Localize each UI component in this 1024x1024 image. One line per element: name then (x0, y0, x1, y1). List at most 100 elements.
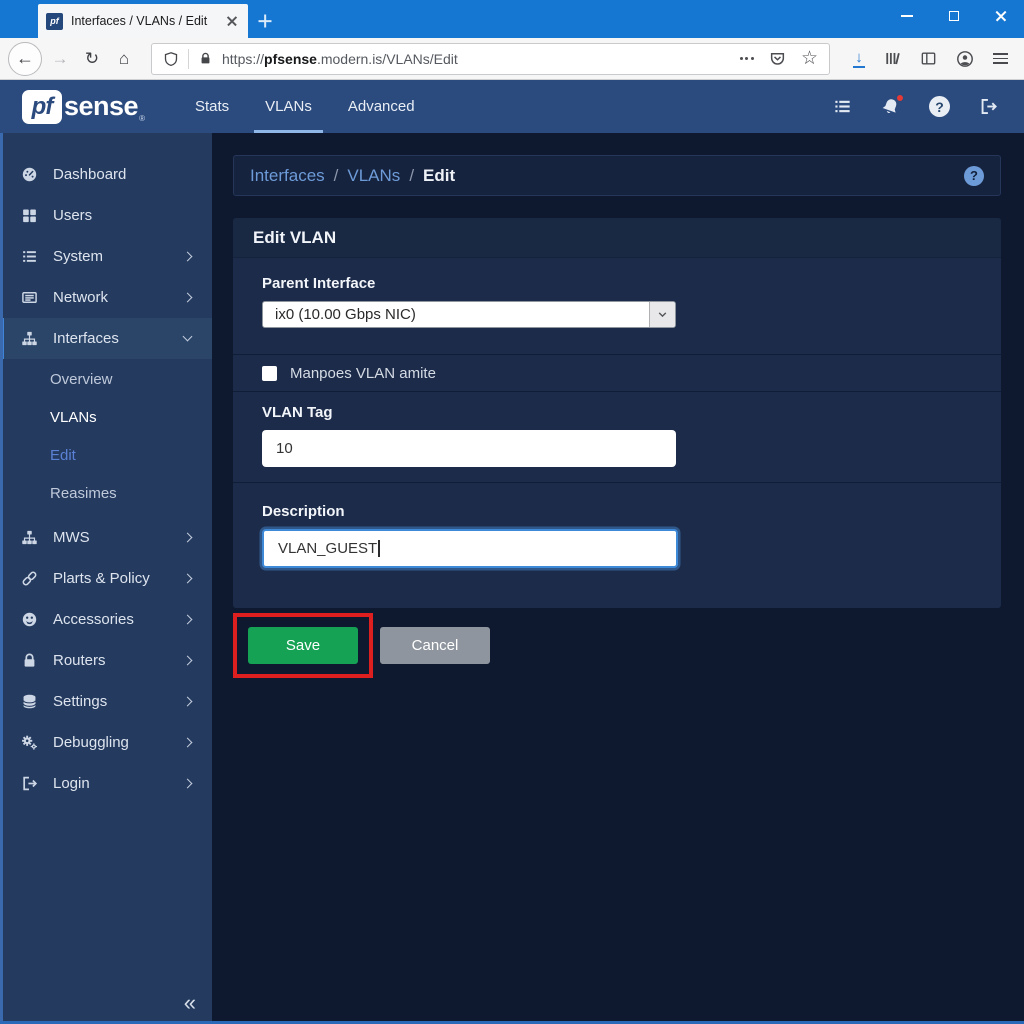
edit-vlan-panel: Edit VLAN Parent Interface ix0 (10.00 Gb… (233, 218, 1001, 608)
network-card-icon (21, 289, 40, 307)
sidebar-item-label: Dashboard (53, 166, 194, 183)
maximize-button[interactable] (930, 0, 977, 32)
sidebar-collapse-button[interactable]: « (184, 990, 196, 1016)
sidebar-item-plarts-policy[interactable]: Plarts & Policy (0, 558, 212, 599)
sidebar-item-routers[interactable]: Routers (0, 640, 212, 681)
sidebar-item-interfaces[interactable]: Interfaces (0, 318, 212, 359)
pfsense-logo[interactable]: pf sense ® (22, 80, 145, 133)
submenu-item-overview[interactable]: Overview (0, 360, 212, 398)
vlan-checkbox-label: Manpoes VLAN amite (290, 365, 436, 382)
sidebar-item-system[interactable]: System (0, 236, 212, 277)
nav-advanced[interactable]: Advanced (330, 80, 433, 133)
url-bar[interactable]: https://pfsense.modern.is/VLANs/Edit ☆ (151, 43, 830, 75)
sidebar-item-login[interactable]: Login (0, 763, 212, 804)
sidebar-item-dashboard[interactable]: Dashboard (0, 154, 212, 195)
breadcrumb-vlans[interactable]: VLANs (347, 166, 400, 186)
chevron-right-icon (183, 697, 193, 707)
shield-icon[interactable] (163, 51, 179, 67)
sidebar-item-label: Accessories (53, 611, 184, 628)
padlock-icon (21, 652, 40, 670)
link-icon (21, 570, 40, 588)
breadcrumb-current: Edit (423, 166, 455, 186)
sidebar-item-network[interactable]: Network (0, 277, 212, 318)
parent-interface-value: ix0 (10.00 Gbps NIC) (263, 306, 649, 323)
parent-interface-select[interactable]: ix0 (10.00 Gbps NIC) (262, 301, 676, 328)
sign-out-icon (21, 775, 40, 793)
nav-vlans[interactable]: VLANs (247, 80, 330, 133)
minimize-button[interactable] (883, 0, 930, 32)
main-content: Interfaces / VLANs / Edit ? Edit VLAN Pa… (212, 133, 1024, 1024)
sidebar-item-debuggling[interactable]: Debuggling (0, 722, 212, 763)
vlan-checkbox-row: Manpoes VLAN amite (233, 355, 1001, 392)
reload-button[interactable]: ↻ (76, 43, 108, 75)
save-button[interactable]: Save (248, 627, 358, 664)
help-icon[interactable]: ? (929, 96, 950, 117)
vlan-tag-input[interactable]: 10 (262, 430, 676, 467)
url-path: .modern.is/VLANs/Edit (317, 51, 458, 67)
sidebar-item-label: Plarts & Policy (53, 570, 184, 587)
pocket-icon[interactable] (769, 50, 786, 67)
sidebar-item-label: System (53, 248, 184, 265)
sidebar-item-label: MWS (53, 529, 184, 546)
window-close-button[interactable] (977, 0, 1024, 32)
breadcrumb-interfaces[interactable]: Interfaces (250, 166, 325, 186)
back-button[interactable]: ← (8, 42, 42, 76)
badge-icon (21, 611, 40, 629)
browser-tab[interactable]: pf Interfaces / VLANs / Edit (38, 4, 248, 38)
logo-pf-text: pf (32, 93, 53, 121)
cancel-button[interactable]: Cancel (380, 627, 490, 664)
breadcrumb-separator: / (409, 166, 414, 186)
logout-icon[interactable] (979, 97, 998, 116)
sidebar-item-label: Debuggling (53, 734, 184, 751)
sidebar: Dashboard Users System Network (0, 133, 212, 1024)
menu-icon[interactable] (993, 53, 1008, 64)
description-input[interactable]: VLAN_GUEST (262, 529, 678, 568)
notification-badge (896, 94, 904, 102)
sidebar-item-settings[interactable]: Settings (0, 681, 212, 722)
notification-bell-icon[interactable] (881, 97, 900, 116)
nav-stats[interactable]: Stats (177, 80, 247, 133)
chevron-right-icon (183, 574, 193, 584)
breadcrumb-help-icon[interactable]: ? (964, 166, 984, 186)
breadcrumb: Interfaces / VLANs / Edit ? (233, 155, 1001, 196)
url-prefix: https:// (222, 51, 264, 67)
vlan-tag-value: 10 (276, 440, 293, 457)
download-icon[interactable]: ↓ (853, 50, 865, 68)
submenu-item-edit[interactable]: Edit (0, 436, 212, 474)
logo-box: pf (22, 90, 62, 124)
system-list-icon (21, 248, 40, 266)
home-button[interactable]: ⌂ (108, 43, 140, 75)
url-text[interactable]: https://pfsense.modern.is/VLANs/Edit (222, 51, 732, 67)
account-icon[interactable] (956, 50, 974, 68)
vlan-checkbox[interactable] (262, 366, 277, 381)
library-icon[interactable] (884, 50, 901, 67)
logo-sense-text: sense (64, 91, 138, 122)
sidebar-item-accessories[interactable]: Accessories (0, 599, 212, 640)
browser-titlebar: pf Interfaces / VLANs / Edit (0, 0, 1024, 38)
page-actions-icon[interactable] (740, 57, 754, 60)
forward-button[interactable]: → (44, 43, 76, 75)
browser-toolbar: ← → ↻ ⌂ https://pfsense.modern.is/VLANs/… (0, 38, 1024, 80)
lock-icon (198, 51, 213, 66)
pfsense-favicon: pf (46, 13, 63, 30)
sidebar-item-users[interactable]: Users (0, 195, 212, 236)
submenu-item-reasimes[interactable]: Reasimes (0, 474, 212, 512)
bookmark-star-icon[interactable]: ☆ (801, 49, 818, 68)
chevron-right-icon (183, 738, 193, 748)
list-icon[interactable] (833, 97, 852, 116)
chevron-right-icon (183, 615, 193, 625)
description-label: Description (262, 503, 1001, 520)
parent-interface-row: Parent Interface ix0 (10.00 Gbps NIC) (233, 258, 1001, 355)
screen: pf Interfaces / VLANs / Edit ← → ↻ ⌂ htt… (0, 0, 1024, 1024)
submenu-item-vlans[interactable]: VLANs (0, 398, 212, 436)
plus-icon (259, 15, 272, 28)
database-icon (21, 693, 40, 711)
select-dropdown-button[interactable] (649, 302, 675, 327)
sidebar-toggle-icon[interactable] (920, 50, 937, 67)
interfaces-submenu: Overview VLANs Edit Reasimes (0, 359, 212, 517)
gears-icon (21, 734, 40, 752)
sidebar-item-mws[interactable]: MWS (0, 517, 212, 558)
tab-close-icon[interactable] (223, 13, 240, 30)
new-tab-button[interactable] (248, 4, 282, 38)
text-caret (378, 540, 380, 557)
